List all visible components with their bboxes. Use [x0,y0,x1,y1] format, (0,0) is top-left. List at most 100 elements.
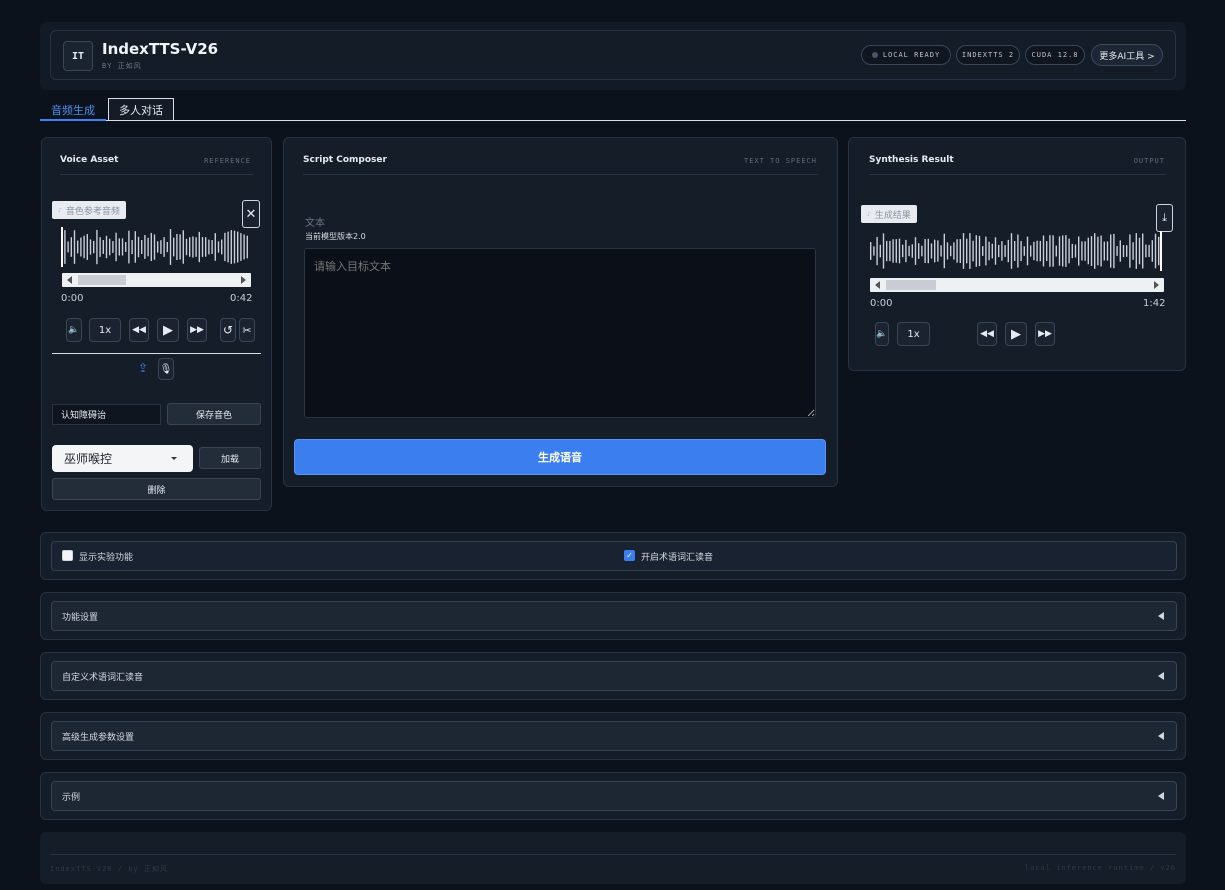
wave-bar [1087,237,1089,265]
footer: IndexTTS-V26 / by 正如风 local inference ru… [40,832,1186,884]
wave-bar [237,231,239,263]
generate-speech-button[interactable]: 生成语音 [294,439,826,475]
accordion-header[interactable]: 高级生成参数设置 [51,721,1177,751]
wave-bar [201,237,204,257]
microphone-icon: 🎙 [159,363,173,375]
accordion-header[interactable]: 功能设置 [51,601,1177,631]
wave-bar [141,240,143,254]
wave-bar [934,239,936,263]
result-scrollbar[interactable] [870,278,1164,292]
app-title: IndexTTS-V26 [102,40,219,58]
tab-multi-dialog[interactable]: 多人对话 [108,98,174,120]
wave-bar [205,237,207,257]
accordion-header[interactable]: 自定义术语词汇读音 [51,661,1177,691]
wave-bar [937,240,939,262]
trim-button[interactable]: ✂ [239,318,255,342]
wave-bar [243,234,245,260]
result-forward-button[interactable]: ▶▶ [1035,322,1055,346]
scroll-right-icon[interactable] [241,276,246,284]
wave-bar [870,242,872,260]
forward-button[interactable]: ▶▶ [187,318,207,342]
wave-bar [1004,245,1006,257]
result-play-button[interactable]: ▶ [1005,322,1027,346]
save-voice-button[interactable]: 保存音色 [167,403,261,425]
target-text-input[interactable] [304,248,816,418]
result-speed-button[interactable]: 1x [897,322,930,346]
reference-scroll-thumb[interactable] [78,275,126,285]
more-tools-button[interactable]: 更多AI工具 > [1091,44,1163,66]
speed-button[interactable]: 1x [89,318,121,342]
scroll-left-icon[interactable] [67,276,72,284]
caret-down-icon [171,457,177,460]
volume-icon: 🔈 [68,325,80,335]
wave-bar [163,237,165,257]
result-scroll-thumb[interactable] [886,280,936,290]
glossary-label: 开启术语词汇读音 [641,553,714,563]
wave-bar [1052,235,1054,267]
status-badge-model: INDEXTTS 2 [956,45,1020,65]
wave-bar [927,238,929,264]
wave-bar [905,239,907,263]
glossary-checkbox[interactable]: ✓ [624,550,635,561]
reset-button[interactable]: ↺ [220,318,236,342]
record-button[interactable]: 🎙 [158,358,174,380]
wave-bar [157,241,159,253]
wave-bar [892,239,894,263]
wave-bar [911,244,913,258]
model-version-label: 当前模型版本2.0 [305,232,366,241]
wave-bar [246,235,248,259]
experimental-checkbox[interactable] [62,550,73,561]
wave-bar [879,244,881,258]
playhead-cursor[interactable] [61,227,63,267]
wave-bar [975,235,977,267]
rewind-icon: ◀◀ [132,325,146,335]
scroll-right-icon[interactable] [1154,281,1159,289]
tab-audio-generate[interactable]: 音频生成 [40,99,106,121]
clear-audio-button[interactable]: ✕ [242,200,260,228]
wave-bar [1110,234,1112,268]
wave-bar [182,230,184,264]
playhead-cursor[interactable] [1160,231,1162,271]
wave-bar [70,237,72,257]
wave-bar [994,237,997,265]
wave-bar [185,238,188,256]
accordion-header[interactable]: 示例 [51,781,1177,811]
wave-bar [89,239,92,255]
result-time-start: 0:00 [870,298,893,309]
wave-bar [873,246,875,256]
rewind-button[interactable]: ◀◀ [129,318,149,342]
wave-bar [211,240,213,254]
result-audio-chip: ♪ 生成结果 [861,205,917,223]
voice-select[interactable]: 巫师喉控 [52,445,193,472]
play-button[interactable]: ▶ [157,318,179,342]
wave-bar [1071,243,1073,259]
result-waveform[interactable] [870,231,1164,271]
result-volume-button[interactable]: 🔈 [875,322,889,346]
experimental-label: 显示实验功能 [79,553,134,563]
download-icon: ⤓ [1162,211,1167,224]
download-button[interactable]: ⤓ [1156,204,1173,232]
wave-bar [969,233,971,269]
wave-bar [134,231,136,263]
wave-bar [1074,244,1077,258]
voice-name-input[interactable]: 认知障碍诒 [52,404,161,425]
result-panel-tag: OUTPUT [1133,157,1165,165]
wave-bar [93,240,95,254]
upload-icon[interactable]: ⇪ [138,361,148,375]
wave-bar [889,240,891,262]
load-voice-button[interactable]: 加载 [199,447,261,469]
wave-bar [176,234,178,260]
reference-waveform[interactable] [61,227,252,267]
delete-voice-button[interactable]: 删除 [52,478,261,500]
wave-bar [972,240,974,262]
wave-bar [1129,234,1131,268]
wave-bar [943,233,945,269]
options-row: 显示实验功能 ✓ 开启术语词汇读音 [51,541,1177,571]
result-rewind-button[interactable]: ◀◀ [977,322,997,346]
scroll-left-icon[interactable] [875,281,880,289]
volume-button[interactable]: 🔈 [66,318,82,342]
synthesis-result-panel: Synthesis Result OUTPUT ♪ 生成结果 ⤓ 0:00 1:… [848,137,1186,371]
accordion-advanced-params: 高级生成参数设置 [40,712,1186,760]
reference-scrollbar[interactable] [62,273,251,287]
wave-bar [1078,236,1080,266]
